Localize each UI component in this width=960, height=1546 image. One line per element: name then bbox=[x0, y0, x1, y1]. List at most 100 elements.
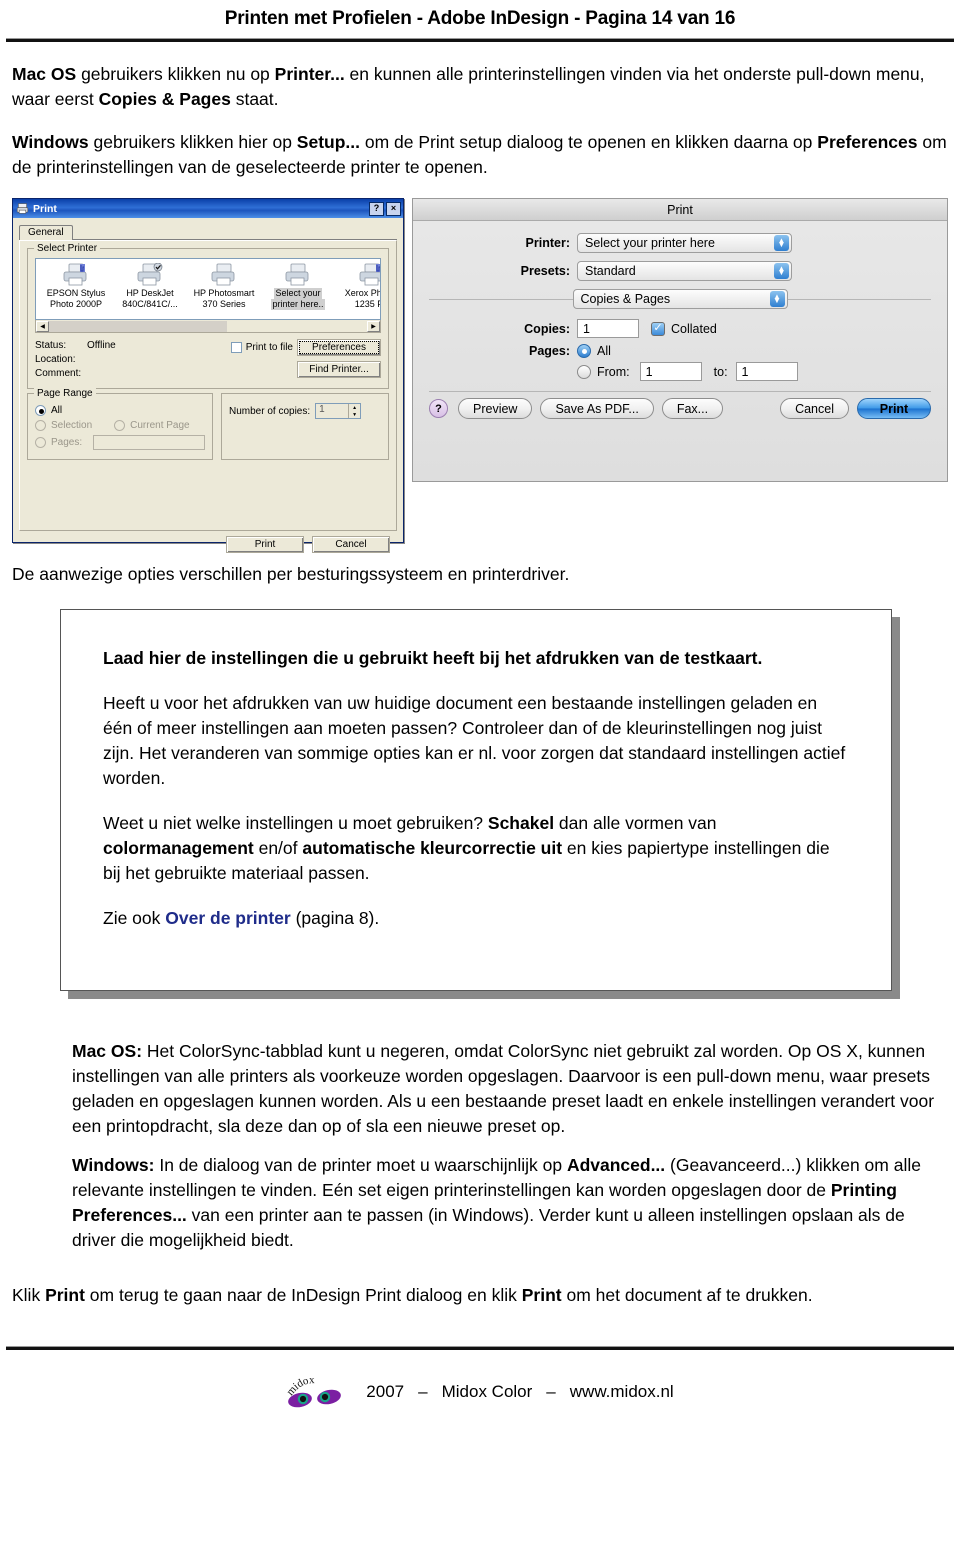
save-as-pdf-button[interactable]: Save As PDF... bbox=[540, 398, 654, 419]
footer-dash-2: – bbox=[546, 1382, 556, 1401]
closing-t2: om terug te gaan naar de InDesign Print … bbox=[84, 1285, 522, 1305]
copies-group: Number of copies: 1 ▲ ▼ bbox=[221, 393, 389, 460]
windows-general-panel: Select Printer EPSON Stylus Photo 2000P … bbox=[19, 240, 397, 531]
chevron-updown-icon[interactable]: ▲ ▼ bbox=[774, 235, 789, 251]
status-label: Status: bbox=[35, 340, 67, 351]
note-win-text-3: van een printer aan te passen (in Window… bbox=[72, 1205, 905, 1250]
fax-button[interactable]: Fax... bbox=[661, 398, 724, 419]
closing-bold-print-1: Print bbox=[45, 1285, 85, 1305]
number-of-copies-row: Number of copies: 1 ▲ ▼ bbox=[229, 403, 381, 419]
intro-text-4: gebruikers klikken hier op bbox=[88, 132, 297, 152]
mac-dialog-title: Print bbox=[413, 199, 947, 221]
comment-line: Comment: bbox=[35, 367, 225, 381]
printer-item[interactable]: HP Photosmart 370 Series bbox=[187, 262, 261, 319]
callout-p2-t3: en/of bbox=[253, 838, 303, 858]
mac-pages-all-row: Pages: All bbox=[429, 344, 931, 358]
help-icon[interactable]: ? bbox=[429, 399, 448, 418]
scroll-left-icon[interactable]: ◀ bbox=[36, 320, 49, 332]
pages-from-input[interactable]: 1 bbox=[639, 362, 702, 381]
help-icon[interactable]: ? bbox=[369, 201, 384, 216]
windows-titlebar-buttons: ? × bbox=[369, 201, 401, 216]
after-figures-line: De aanwezige opties verschillen per best… bbox=[12, 564, 570, 584]
stepper-down-icon[interactable]: ▼ bbox=[349, 411, 360, 418]
scroll-right-icon[interactable]: ▶ bbox=[367, 320, 380, 332]
intro-bold-macos: Mac OS bbox=[12, 64, 77, 84]
preview-button[interactable]: Preview bbox=[458, 398, 533, 419]
mac-presets-row: Presets: Standard ▲ ▼ bbox=[429, 261, 931, 281]
mac-print-button[interactable]: Print bbox=[857, 398, 931, 419]
intro-text-1: gebruikers klikken nu op bbox=[76, 64, 275, 84]
windows-cancel-button[interactable]: Cancel bbox=[312, 536, 390, 553]
page-range-group: Page Range All Selection Current Page Pa… bbox=[27, 388, 213, 460]
preferences-button[interactable]: Preferences bbox=[297, 339, 381, 356]
note-windows: Windows: In de dialoog van de printer mo… bbox=[72, 1153, 948, 1253]
intro-bold-preferences: Preferences bbox=[817, 132, 918, 152]
mac-cancel-button[interactable]: Cancel bbox=[780, 398, 849, 419]
printer-name-line1: HP Photosmart bbox=[193, 288, 255, 298]
radio-pages-label: Pages: bbox=[51, 437, 83, 448]
radio-all-label: All bbox=[51, 405, 63, 416]
find-printer-button[interactable]: Find Printer... bbox=[297, 361, 381, 378]
collated-label: Collated bbox=[671, 321, 717, 336]
midox-logo-icon: midox bbox=[286, 1376, 342, 1408]
over-de-printer-link[interactable]: Over de printer bbox=[165, 908, 290, 928]
pages-to-input[interactable]: 1 bbox=[735, 362, 798, 381]
mac-pane-value: Copies & Pages bbox=[580, 292, 671, 306]
chevron-updown-icon[interactable]: ▲ ▼ bbox=[769, 291, 785, 307]
callout-content: Laad hier de instellingen die u gebruikt… bbox=[61, 610, 891, 931]
page-title: Printen met Profielen - Adobe InDesign -… bbox=[224, 8, 736, 29]
mac-dialog-footer: ? Preview Save As PDF... Fax... Cancel P… bbox=[413, 398, 947, 419]
mac-printer-select[interactable]: Select your printer here ▲ ▼ bbox=[577, 233, 792, 253]
pages-from-radio[interactable] bbox=[577, 364, 591, 379]
copies-stepper[interactable]: 1 ▲ ▼ bbox=[315, 403, 362, 419]
radio-all-indicator[interactable] bbox=[35, 405, 46, 416]
print-to-file-checkbox[interactable] bbox=[230, 342, 242, 353]
printer-name-line2: 840C/841C/... bbox=[122, 299, 178, 309]
stepper-up-icon[interactable]: ▲ bbox=[349, 404, 360, 411]
note-win-text-1: In de dialoog van de printer moet u waar… bbox=[154, 1155, 567, 1175]
mac-pane-row: Copies & Pages ▲ ▼ bbox=[429, 289, 931, 309]
tab-general[interactable]: General bbox=[19, 225, 73, 240]
windows-tabstrip: General bbox=[19, 224, 397, 240]
radio-all[interactable]: All bbox=[35, 405, 205, 416]
status-line: Status: Offline bbox=[35, 339, 225, 353]
pages-all-radio[interactable] bbox=[577, 344, 591, 358]
closing-paragraph: Klik Print om terug te gaan naar de InDe… bbox=[12, 1283, 948, 1308]
print-to-file-row[interactable]: Print to file Preferences bbox=[225, 339, 381, 356]
mac-copies-input[interactable]: 1 bbox=[577, 319, 639, 338]
footer-year: 2007 bbox=[366, 1382, 405, 1401]
printer-item-selected[interactable]: Select your printer here.. bbox=[261, 262, 335, 319]
document-page: Printen met Profielen - Adobe InDesign -… bbox=[0, 0, 960, 1546]
close-icon[interactable]: × bbox=[386, 201, 401, 216]
printer-list[interactable]: EPSON Stylus Photo 2000P HP DeskJet 840C… bbox=[35, 258, 381, 320]
printer-item[interactable]: HP DeskJet 840C/841C/... bbox=[113, 262, 187, 319]
printer-item[interactable]: Xerox Phaser 1235 PS bbox=[335, 262, 380, 319]
callout-p3-t2: (pagina 8). bbox=[290, 908, 380, 928]
mac-presets-value: Standard bbox=[585, 264, 636, 278]
footer-company: Midox Color bbox=[441, 1382, 533, 1401]
radio-pages: Pages: bbox=[35, 435, 205, 450]
footer-rule bbox=[6, 1346, 954, 1350]
closing-t3: om het document af te drukken. bbox=[561, 1285, 813, 1305]
scrollbar-thumb[interactable] bbox=[49, 320, 227, 332]
printer-item[interactable]: EPSON Stylus Photo 2000P bbox=[39, 262, 113, 319]
printer-actions: Print to file Preferences Find Printer..… bbox=[225, 339, 381, 381]
mac-presets-select[interactable]: Standard ▲ ▼ bbox=[577, 261, 792, 281]
printer-icon bbox=[261, 262, 335, 288]
windows-print-button[interactable]: Print bbox=[226, 536, 304, 553]
copies-stepper-arrows[interactable]: ▲ ▼ bbox=[348, 404, 360, 418]
notes-section: Mac OS: Het ColorSync-tabblad kunt u neg… bbox=[0, 1039, 960, 1253]
copies-value[interactable]: 1 bbox=[316, 404, 348, 418]
scrollbar-track[interactable] bbox=[227, 321, 367, 332]
chevron-updown-icon[interactable]: ▲ ▼ bbox=[774, 263, 789, 279]
printer-name-line1: Select your bbox=[274, 288, 322, 299]
mac-presets-label: Presets: bbox=[520, 264, 570, 278]
notes-gap bbox=[72, 1139, 948, 1153]
printer-list-horizontal-scrollbar[interactable]: ◀ ▶ bbox=[35, 320, 381, 333]
mac-pane-select[interactable]: Copies & Pages ▲ ▼ bbox=[572, 289, 788, 309]
radio-current-page-indicator bbox=[114, 420, 126, 431]
collated-checkbox[interactable]: ✓ bbox=[651, 321, 665, 336]
callout-paragraph-1: Heeft u voor het afdrukken van uw huidig… bbox=[103, 693, 846, 788]
printer-name-line1: Xerox Phaser bbox=[344, 288, 380, 298]
pages-from-label: From: bbox=[597, 364, 630, 379]
